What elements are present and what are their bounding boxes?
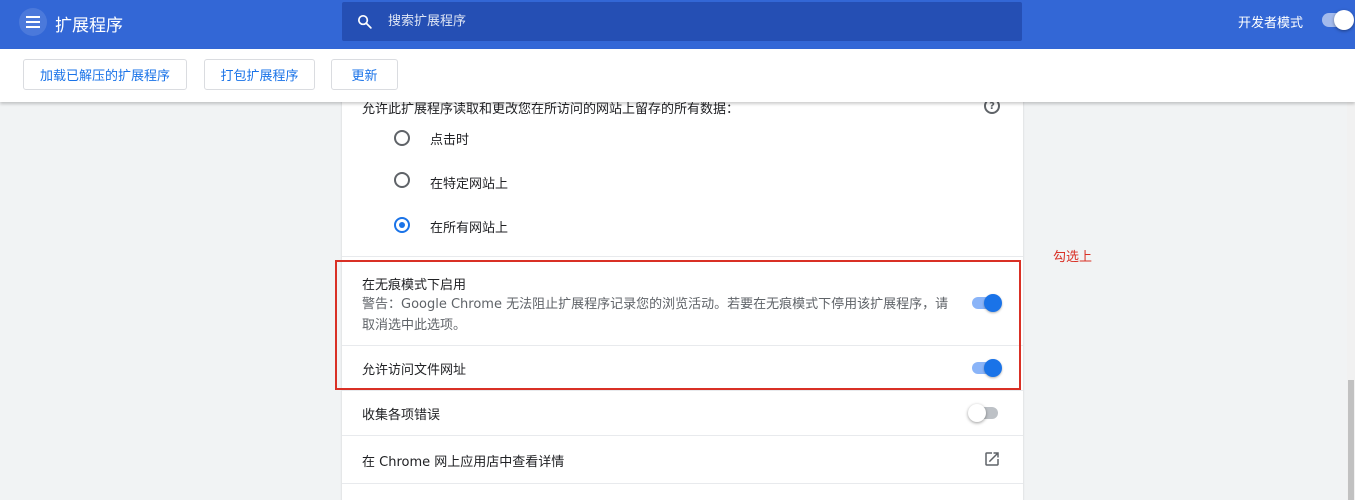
radio-on-click[interactable] bbox=[394, 130, 410, 146]
update-button[interactable]: 更新 bbox=[331, 59, 398, 90]
radio-label-all-sites: 在所有网站上 bbox=[430, 221, 509, 236]
divider bbox=[342, 483, 1023, 484]
divider bbox=[342, 435, 1023, 436]
dev-toolbar: 加载已解压的扩展程序 打包扩展程序 更新 bbox=[0, 49, 1355, 102]
toggle-knob bbox=[968, 404, 986, 422]
divider bbox=[342, 390, 1023, 391]
radio-specific-sites[interactable] bbox=[394, 172, 410, 188]
open-in-new-icon[interactable] bbox=[983, 450, 1001, 468]
app-header: 扩展程序 开发者模式 bbox=[0, 0, 1355, 49]
divider bbox=[342, 256, 1023, 257]
menu-icon[interactable] bbox=[19, 8, 47, 36]
page-title: 扩展程序 bbox=[55, 16, 123, 36]
radio-label-specific-sites: 在特定网站上 bbox=[430, 177, 509, 192]
pack-extension-button[interactable]: 打包扩展程序 bbox=[204, 59, 315, 90]
radio-all-sites[interactable] bbox=[394, 217, 410, 233]
collect-errors-title: 收集各项错误 bbox=[362, 408, 441, 423]
annotation-highlight-box bbox=[335, 260, 1021, 390]
toggle-knob bbox=[1334, 10, 1354, 30]
collect-errors-toggle[interactable] bbox=[968, 404, 998, 422]
scrollbar-thumb[interactable] bbox=[1348, 380, 1354, 500]
annotation-note: 勾选上 bbox=[1053, 250, 1093, 265]
search-input[interactable] bbox=[388, 10, 988, 32]
load-unpacked-button[interactable]: 加载已解压的扩展程序 bbox=[23, 59, 187, 90]
developer-mode-toggle[interactable] bbox=[1322, 10, 1354, 30]
scrollbar[interactable] bbox=[1347, 102, 1355, 500]
developer-mode-label: 开发者模式 bbox=[1238, 16, 1304, 31]
store-link-title[interactable]: 在 Chrome 网上应用店中查看详情 bbox=[362, 451, 564, 470]
radio-label-on-click: 点击时 bbox=[430, 133, 470, 148]
search-box[interactable] bbox=[342, 2, 1022, 41]
search-icon bbox=[357, 14, 372, 29]
